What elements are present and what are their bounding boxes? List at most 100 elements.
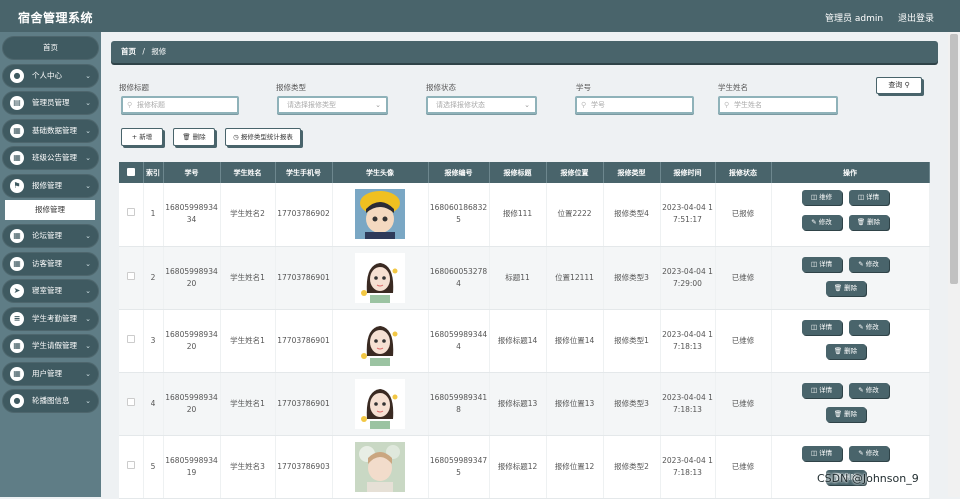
detail-button[interactable]: ◫ 详情 — [801, 319, 842, 335]
row-checkbox[interactable] — [126, 397, 135, 406]
chevron-down-icon: ⌄ — [85, 71, 91, 80]
repair-time-cell: 2023-04-04 17:51:17 — [660, 183, 716, 247]
column-header: 学生手机号 — [275, 162, 333, 183]
edit-button[interactable]: ✎ 修改 — [848, 256, 889, 272]
avatar-cell — [332, 435, 429, 499]
repair-type-cell: 报修类型3 — [603, 372, 661, 436]
index-cell: 3 — [143, 309, 164, 373]
edit-button[interactable]: ✎ 修改 — [801, 215, 842, 231]
sidebar-item[interactable]: ⚑ 报修管理 ⌄ — [2, 173, 99, 198]
sidebar-item[interactable]: ▤ 管理员管理 ⌄ — [2, 91, 99, 115]
phone-cell: 17703786901 — [275, 246, 333, 310]
student-name-cell: 学生姓名1 — [220, 372, 276, 436]
row-checkbox[interactable] — [126, 208, 135, 217]
top-bar: 宿舍管理系统 管理员 admin 退出登录 — [0, 0, 960, 32]
user-icon: ● — [10, 394, 24, 408]
column-header: 报修时间 — [660, 162, 716, 183]
search-button[interactable]: 查询 ⚲ — [876, 77, 922, 94]
sidebar-item[interactable]: ▦ 基础数据管理 ⌄ — [2, 118, 99, 143]
repair-type-cell: 报修类型2 — [603, 435, 661, 499]
sidebar-subitem-repair[interactable]: 报修管理 — [5, 200, 95, 220]
sidebar-item-label: 学生考勤管理 — [32, 313, 77, 323]
filter-title-input[interactable]: ⚲ 报修标题 — [121, 96, 239, 114]
student-name-cell: 学生姓名1 — [220, 246, 276, 310]
delete-button[interactable]: 🗑 删除 — [173, 128, 215, 146]
avatar — [355, 189, 405, 240]
table-row[interactable]: 1 1680599893434 学生姓名2 17703786902 1680601868… — [119, 183, 930, 247]
scrollbar-thumb[interactable] — [950, 34, 958, 284]
sidebar-item[interactable]: ● 个人中心 ⌄ — [2, 63, 99, 88]
detail-button[interactable]: ◫ 详情 — [848, 190, 889, 206]
breadcrumb-current: 报修 — [151, 47, 167, 56]
avatar-cell — [332, 309, 429, 373]
index-cell: 4 — [143, 372, 164, 436]
student-no-cell: 1680599893420 — [163, 372, 221, 436]
delete-row-button[interactable]: 🗑 删除 — [825, 280, 866, 296]
filter-status-select[interactable]: 请选择报修状态 ⌄ — [426, 96, 537, 114]
table-row[interactable]: 5 1680599893419 学生姓名3 17703786903 1680599893… — [119, 435, 930, 499]
sidebar-item-label: 个人中心 — [32, 70, 62, 80]
search-icon: ⚲ — [127, 101, 133, 109]
row-checkbox[interactable] — [126, 460, 135, 469]
column-header: 索引 — [143, 162, 164, 183]
index-cell: 2 — [143, 246, 164, 310]
filter-student-name-input[interactable]: ⚲ 学生姓名 — [718, 96, 838, 114]
repair-button[interactable]: ◫ 维修 — [801, 190, 842, 206]
main-content: 首页 / 报修 报修标题 ⚲ 报修标题 报修类型 请选择报修类型 ⌄ 报修状态 请选… — [101, 32, 948, 499]
delete-row-button[interactable]: 🗑 删除 — [825, 343, 866, 359]
row-select-cell — [119, 183, 144, 247]
flag-icon: ⚑ — [10, 178, 24, 193]
detail-button[interactable]: ◫ 详情 — [801, 256, 842, 272]
detail-button[interactable]: ◫ 详情 — [801, 382, 842, 398]
row-checkbox[interactable] — [126, 334, 135, 343]
edit-button[interactable]: ✎ 修改 — [848, 319, 889, 335]
app-title: 宿舍管理系统 — [18, 11, 94, 25]
avatar — [355, 441, 405, 492]
repair-title-cell: 报修111 — [489, 183, 547, 247]
sidebar-item[interactable]: ● 轮播图信息 ⌄ — [2, 389, 99, 413]
row-checkbox[interactable] — [126, 271, 135, 280]
grid-icon: ▦ — [10, 229, 24, 243]
sidebar-item[interactable]: ▦ 用户管理 ⌄ — [2, 361, 99, 386]
edit-button[interactable]: ✎ 修改 — [848, 445, 889, 461]
sidebar-item-home[interactable]: 首页 — [2, 36, 99, 60]
delete-row-button[interactable]: 🗑 删除 — [825, 406, 866, 422]
chevron-down-icon: ⌄ — [524, 101, 530, 109]
sidebar-item[interactable]: ▦ 论坛管理 ⌄ — [2, 224, 99, 248]
search-icon: ⚲ — [724, 101, 730, 109]
edit-button[interactable]: ✎ 修改 — [848, 382, 889, 398]
sidebar-item[interactable]: ▦ 访客管理 ⌄ — [2, 251, 99, 276]
sidebar-item[interactable]: ➤ 寝室管理 ⌄ — [2, 279, 99, 303]
sidebar-item[interactable]: ▦ 学生请假管理 ⌄ — [2, 334, 99, 358]
sidebar-item-label: 学生请假管理 — [32, 341, 77, 350]
logout-link[interactable]: 退出登录 — [898, 14, 934, 24]
chevron-down-icon: ⌄ — [85, 397, 91, 405]
filter-type-select[interactable]: 请选择报修类型 ⌄ — [277, 96, 388, 114]
breadcrumb-home[interactable]: 首页 — [121, 47, 136, 56]
column-header: 学号 — [163, 162, 221, 183]
row-select-cell — [119, 435, 144, 499]
repair-status-cell: 已报修 — [715, 183, 772, 247]
table-row[interactable]: 4 1680599893420 学生姓名1 17703786901 1680599893… — [119, 372, 930, 436]
column-header: 报修标题 — [489, 162, 547, 183]
filter-type-label: 报修类型 — [276, 83, 306, 92]
operations-cell: ◫ 详情 ✎ 修改 🗑 删除 — [771, 372, 930, 436]
operations-cell: ◫ 详情 ✎ 修改 🗑 删除 — [771, 309, 930, 373]
delete-row-button[interactable]: 🗑 删除 — [848, 215, 889, 231]
repair-no-cell: 1680599893475 — [428, 435, 490, 499]
repair-location-cell: 位置12111 — [546, 246, 604, 310]
add-button[interactable]: + 新增 — [121, 128, 163, 146]
sidebar-item[interactable]: ▦ 班级公告管理 ⌄ — [2, 146, 99, 170]
sidebar-item[interactable]: ≡ 学生考勤管理 ⌄ — [2, 306, 99, 331]
detail-button[interactable]: ◫ 详情 — [801, 445, 842, 461]
chevron-down-icon: ⌄ — [85, 99, 91, 107]
filter-student-no-input[interactable]: ⚲ 学号 — [575, 96, 694, 114]
table-row[interactable]: 3 1680599893420 学生姓名1 17703786901 1680599893… — [119, 309, 930, 373]
column-header: 报修状态 — [715, 162, 772, 183]
table-row[interactable]: 2 1680599893420 学生姓名1 17703786901 1680600532… — [119, 246, 930, 310]
student-name-cell: 学生姓名1 — [220, 309, 276, 373]
grid-icon: ▦ — [10, 366, 24, 381]
select-all-checkbox[interactable] — [126, 167, 135, 176]
avatar-cell — [332, 246, 429, 310]
repair-type-stats-button[interactable]: ◷ 报修类型统计报表 — [225, 128, 301, 146]
